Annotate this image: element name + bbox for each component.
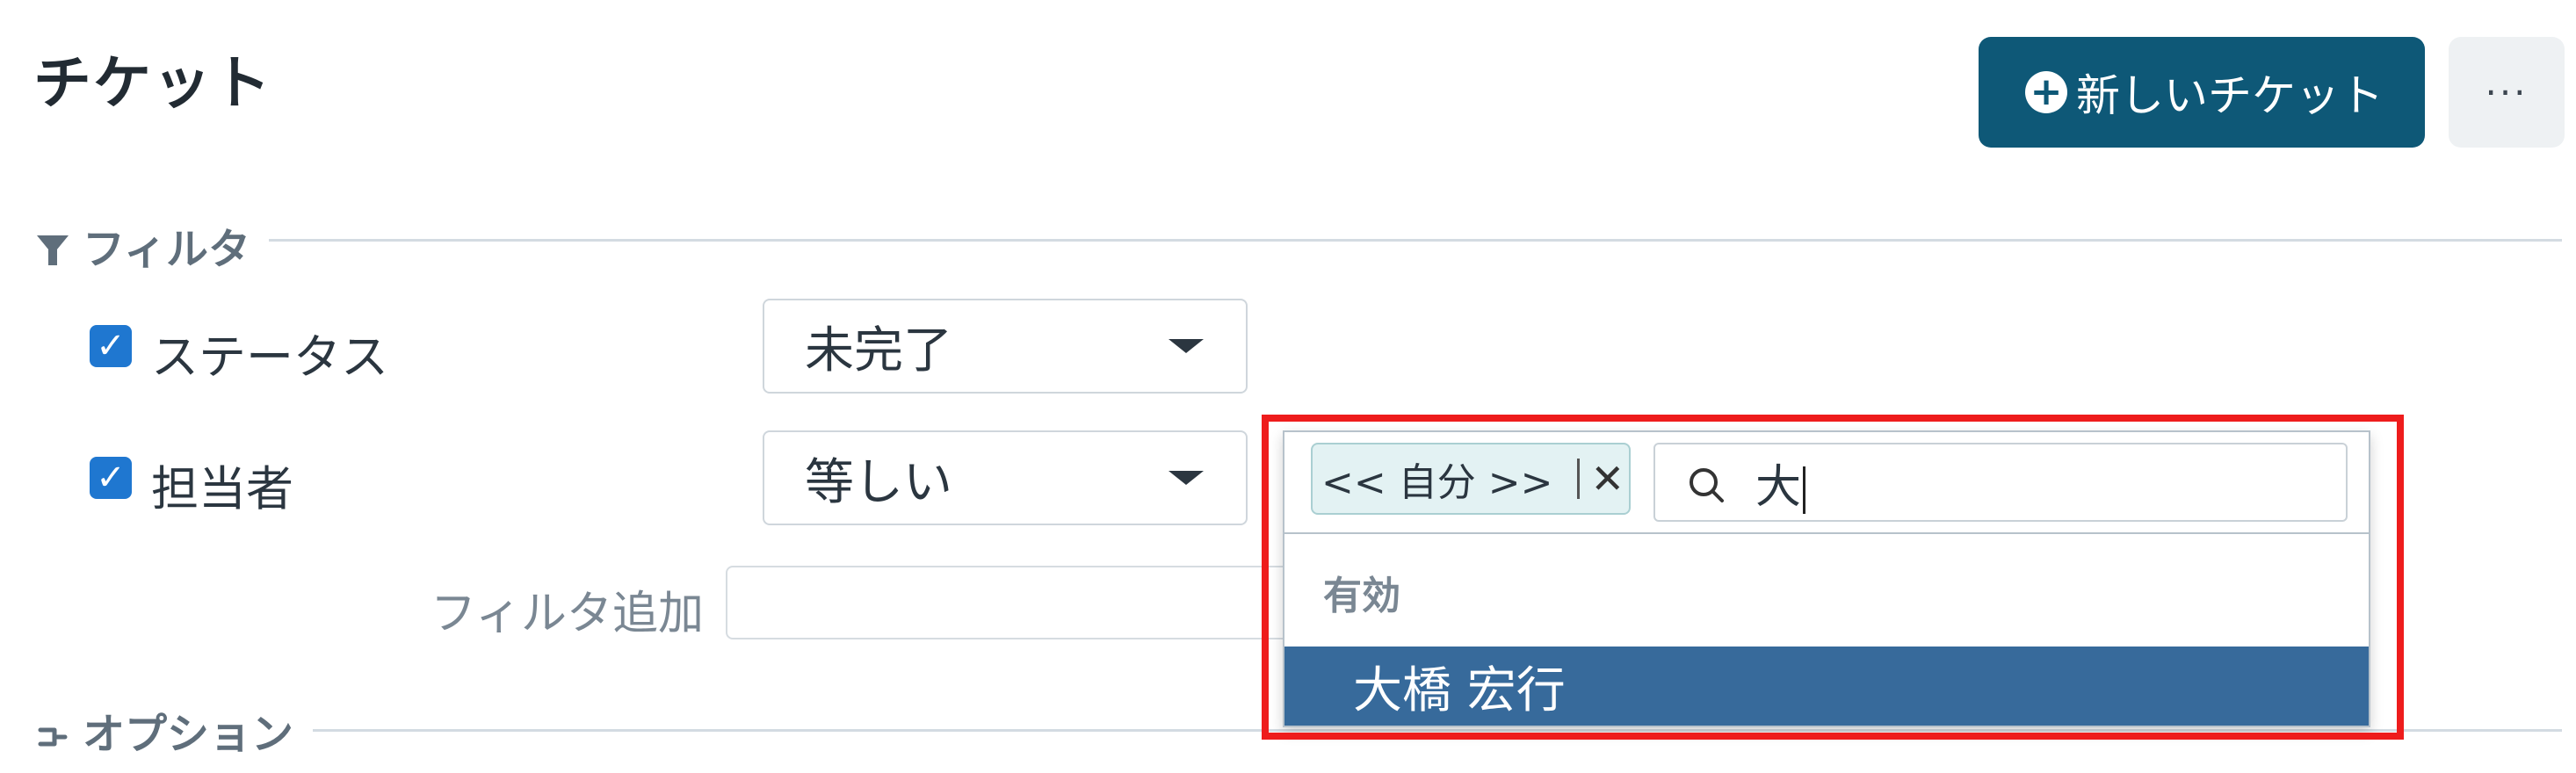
assignee-operator-value: 等しい [805, 453, 952, 511]
plus-circle-icon: + [2025, 71, 2067, 113]
status-operator-value: 未完了 [805, 321, 952, 379]
add-filter-label: フィルタ追加 [431, 588, 704, 640]
status-operator-select[interactable]: 未完了 [763, 299, 1248, 394]
chevron-down-icon [1169, 471, 1204, 485]
chevron-down-icon [1169, 339, 1204, 353]
assignee-filter-label: 担当者 [151, 461, 293, 517]
assignee-operator-select[interactable]: 等しい [763, 430, 1248, 525]
options-section-toggle[interactable]: オプション [37, 699, 293, 761]
filters-section-title: フィルタ [83, 225, 251, 274]
options-icon [37, 714, 69, 747]
options-section-title: オプション [83, 710, 294, 759]
annotation-highlight-box [1262, 415, 2404, 740]
status-filter-label: ステータス [151, 329, 388, 385]
filters-section-divider [269, 239, 2562, 242]
assignee-filter-checkbox[interactable]: ✓ [90, 457, 132, 499]
status-filter-checkbox[interactable]: ✓ [90, 325, 132, 367]
page-title: チケット [33, 49, 272, 117]
new-ticket-button[interactable]: + 新しいチケット [1979, 37, 2425, 148]
new-ticket-label: 新しいチケット [2076, 70, 2384, 121]
filters-section-toggle[interactable]: フィルタ [37, 214, 250, 276]
filter-icon [37, 235, 69, 265]
more-actions-button[interactable]: ··· [2449, 37, 2565, 148]
